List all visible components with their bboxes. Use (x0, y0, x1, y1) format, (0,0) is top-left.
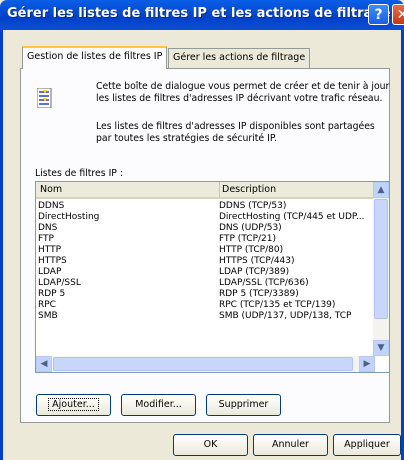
tab-manage-filter-actions[interactable]: Gérer les actions de filtrage (168, 48, 311, 68)
window-title: Gérer les listes de filtres IP et les ac… (7, 6, 391, 21)
ok-button[interactable]: OK (173, 434, 248, 456)
scroll-up-icon[interactable]: ▲ (373, 182, 389, 198)
vertical-scroll-thumb[interactable] (374, 199, 388, 319)
window-frame-left (0, 30, 3, 460)
intro-line-2: les listes de filtres d'adresses IP décr… (96, 93, 383, 104)
intro-line-3: Les listes de filtres d'adresses IP disp… (96, 121, 375, 132)
apply-button[interactable]: Appliquer (333, 434, 401, 456)
column-header-description[interactable]: Description (219, 182, 276, 197)
vertical-scrollbar[interactable]: ▲ ▼ (373, 182, 389, 356)
tab-manage-filter-lists[interactable]: Gestion de listes de filtres IP (22, 46, 168, 69)
add-button[interactable]: Ajouter... (36, 394, 111, 416)
horizontal-scrollbar[interactable]: ◀ ▶ (36, 356, 375, 372)
scroll-right-icon[interactable]: ▶ (359, 356, 375, 372)
close-button[interactable]: ✕ (392, 4, 404, 25)
scroll-down-icon[interactable]: ▼ (373, 340, 389, 356)
intro-line-4: par toutes les stratégies de sécurité IP… (96, 133, 277, 144)
help-button[interactable]: ? (368, 4, 389, 25)
column-header-name[interactable]: Nom (40, 182, 62, 197)
filter-list-icon (37, 88, 52, 108)
delete-button[interactable]: Supprimer (206, 394, 281, 416)
horizontal-scroll-thumb[interactable] (53, 357, 353, 371)
title-bar: Gérer les listes de filtres IP et les ac… (0, 0, 404, 30)
scroll-left-icon[interactable]: ◀ (36, 356, 52, 372)
cancel-button[interactable]: Annuler (253, 434, 328, 456)
intro-line-1: Cette boîte de dialogue vous permet de c… (96, 81, 390, 92)
filter-list[interactable]: Nom Description DDNS DDNS (TCP/53) Direct… (35, 181, 390, 373)
modify-button[interactable]: Modifier... (121, 394, 196, 416)
list-header: Nom Description (36, 182, 375, 199)
filter-lists-label: Listes de filtres IP : (35, 168, 124, 179)
